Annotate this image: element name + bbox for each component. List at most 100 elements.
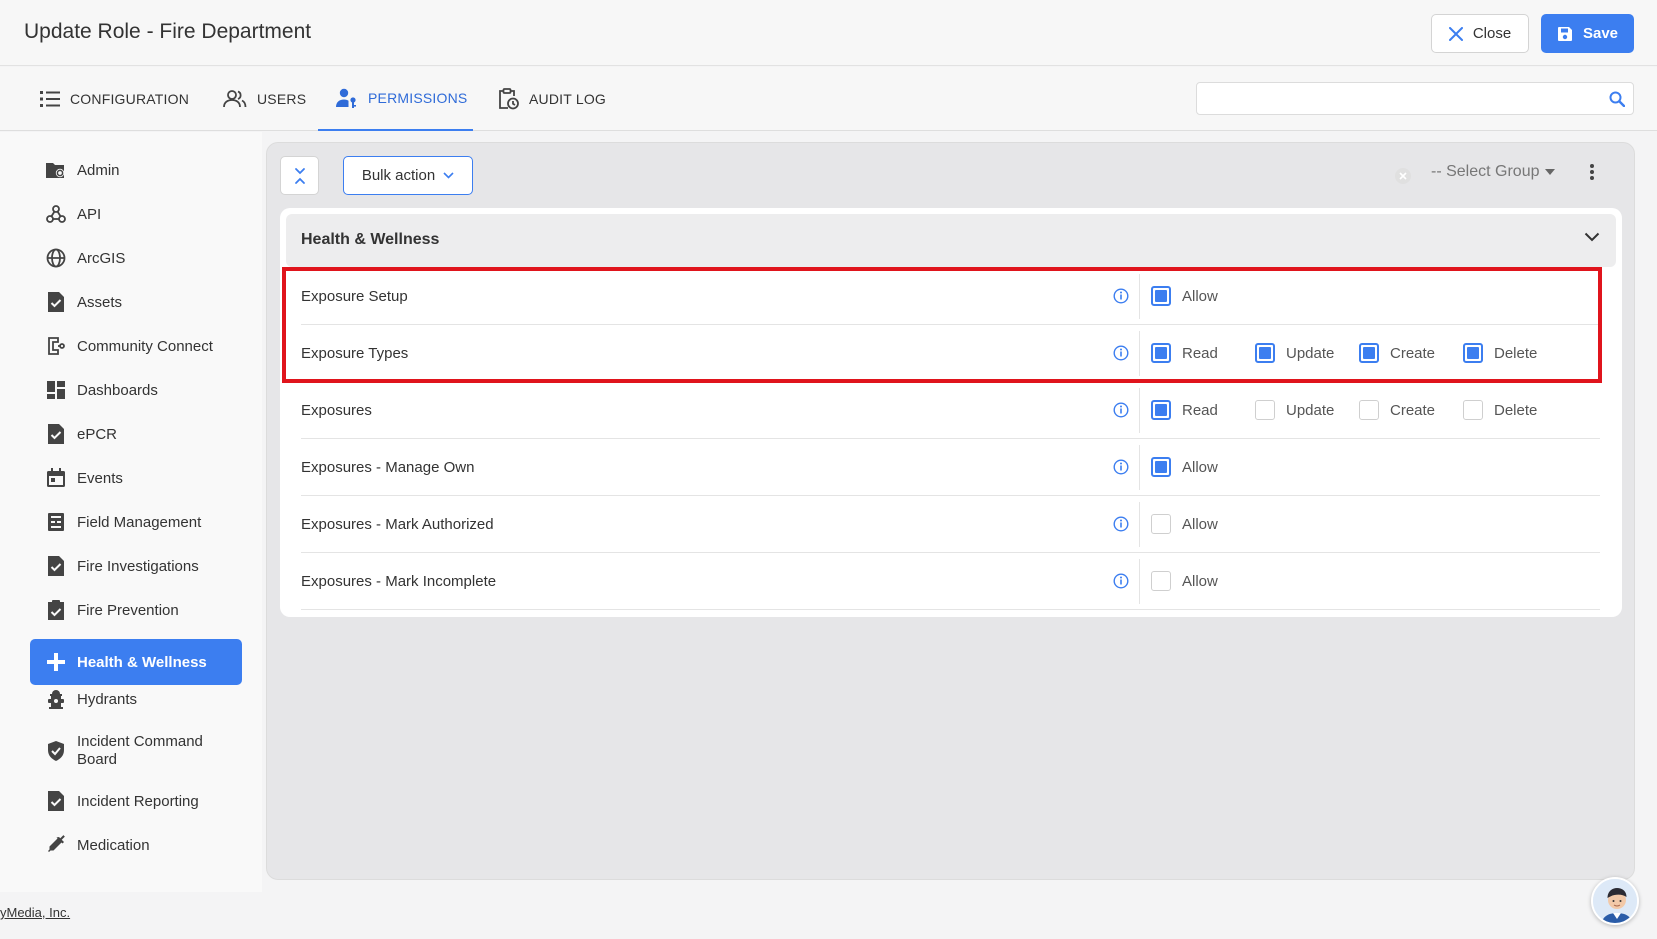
sidebar-item-fire-investigations[interactable]: Fire Investigations [30, 552, 242, 580]
option-allow[interactable]: Allow [1151, 514, 1218, 534]
option-delete[interactable]: Delete [1463, 343, 1537, 363]
option-label: Allow [1182, 458, 1218, 476]
more-vertical-icon[interactable] [1589, 163, 1595, 181]
checkbox[interactable] [1151, 286, 1171, 306]
sidebar-item-label: Assets [77, 293, 123, 311]
sidebar-item-health-wellness[interactable]: Health & Wellness [30, 639, 242, 685]
bulk-action-button[interactable]: Bulk action [343, 156, 473, 195]
info-icon[interactable] [1113, 459, 1129, 475]
checkbox[interactable] [1151, 343, 1171, 363]
tab-label: CONFIGURATION [70, 91, 190, 107]
checkbox[interactable] [1255, 343, 1275, 363]
clipboard-clock-icon [499, 88, 519, 110]
checkbox[interactable] [1151, 400, 1171, 420]
doc-check-icon [46, 292, 66, 312]
chevron-down-icon[interactable] [1584, 232, 1600, 242]
option-allow[interactable]: Allow [1151, 286, 1218, 306]
clipboard-check-icon [46, 600, 66, 620]
info-icon[interactable] [1113, 288, 1129, 304]
option-allow[interactable]: Allow [1151, 457, 1218, 477]
permission-row: Exposures - Mark Incomplete Allow [301, 553, 1600, 610]
option-update[interactable]: Update [1255, 400, 1334, 420]
user-key-icon [336, 88, 356, 108]
option-create[interactable]: Create [1359, 343, 1435, 363]
tab-configuration[interactable]: CONFIGURATION [40, 67, 189, 131]
tab-label: USERS [257, 91, 307, 107]
tab-label: PERMISSIONS [368, 90, 468, 106]
sidebar-item-label: Field Management [77, 513, 202, 531]
avatar[interactable] [1591, 877, 1639, 925]
collapse-icon [294, 167, 305, 184]
tab-permissions[interactable]: PERMISSIONS [318, 67, 473, 131]
search-box [1196, 82, 1634, 115]
option-allow[interactable]: Allow [1151, 571, 1218, 591]
sidebar-item-arcgis[interactable]: ArcGIS [30, 244, 242, 272]
sidebar-item-label: API [77, 205, 102, 223]
sidebar-item-label: Admin [77, 161, 120, 179]
sidebar-item-api[interactable]: API [30, 200, 242, 228]
sidebar-item-assets[interactable]: Assets [30, 288, 242, 316]
sidebar-item-medication[interactable]: Medication [30, 831, 242, 859]
option-label: Allow [1182, 572, 1218, 590]
sidebar-item-dashboards[interactable]: Dashboards [30, 376, 242, 404]
option-label: Read [1182, 344, 1218, 362]
option-delete[interactable]: Delete [1463, 400, 1537, 420]
info-icon[interactable] [1113, 573, 1129, 589]
tab-audit-log[interactable]: AUDIT LOG [497, 67, 606, 131]
checkbox[interactable] [1463, 343, 1483, 363]
sidebar-item-label: Incident Command Board [77, 733, 203, 768]
caret-down-icon [1545, 169, 1556, 175]
sidebar-item-label: Incident Reporting [77, 792, 199, 810]
sidebar-item-events[interactable]: Events [30, 464, 242, 492]
sidebar-item-incident-reporting[interactable]: Incident Reporting [30, 787, 242, 815]
sidebar-item-community-connect[interactable]: Community Connect [30, 332, 242, 360]
sidebar-item-label: ePCR [77, 425, 118, 443]
footer-link[interactable]: yMedia, Inc. [0, 905, 70, 920]
checkbox[interactable] [1151, 514, 1171, 534]
checkbox[interactable] [1151, 457, 1171, 477]
section-header[interactable]: Health & Wellness [286, 214, 1616, 267]
permission-name: Exposures - Mark Authorized [301, 516, 494, 533]
option-create[interactable]: Create [1359, 400, 1435, 420]
checkbox[interactable] [1151, 571, 1171, 591]
doc-check-icon [46, 791, 66, 811]
clear-circle-icon[interactable] [1394, 167, 1412, 185]
checkbox[interactable] [1463, 400, 1483, 420]
select-group-dropdown[interactable]: -- Select Group [1431, 163, 1556, 181]
search-input[interactable] [1197, 83, 1633, 114]
info-icon[interactable] [1113, 345, 1129, 361]
collapse-all-button[interactable] [280, 156, 319, 195]
option-label: Create [1390, 344, 1436, 362]
connect-icon [46, 336, 66, 356]
hydrant-icon [46, 689, 66, 709]
checkbox[interactable] [1359, 343, 1379, 363]
option-read[interactable]: Read [1151, 343, 1218, 363]
tab-users[interactable]: USERS [223, 67, 306, 131]
option-label: Delete [1494, 344, 1538, 362]
sidebar-item-field-management[interactable]: Field Management [30, 508, 242, 536]
sidebar-item-incident-command-board[interactable]: Incident Command Board [30, 731, 242, 771]
search-icon[interactable] [1609, 91, 1625, 107]
save-button[interactable]: Save [1541, 14, 1634, 53]
option-update[interactable]: Update [1255, 343, 1334, 363]
checkbox[interactable] [1359, 400, 1379, 420]
shield-check-icon [46, 741, 66, 761]
plus-icon [46, 652, 66, 672]
page-title: Update Role - Fire Department [24, 20, 312, 43]
sidebar-item-admin[interactable]: Admin [30, 156, 242, 184]
permission-name: Exposures - Mark Incomplete [301, 573, 497, 590]
permission-row: Exposure Setup Allow [301, 268, 1600, 325]
option-read[interactable]: Read [1151, 400, 1218, 420]
info-icon[interactable] [1113, 402, 1129, 418]
close-button[interactable]: Close [1431, 14, 1529, 53]
sidebar-item-epcr[interactable]: ePCR [30, 420, 242, 448]
permission-row: Exposures Read Update Create Delete [301, 382, 1600, 439]
checkbox[interactable] [1255, 400, 1275, 420]
row-divider [1139, 559, 1140, 604]
sidebar-item-hydrants[interactable]: Hydrants [30, 685, 242, 713]
close-button-label: Close [1472, 25, 1512, 42]
select-group-value: -- Select Group [1431, 163, 1540, 180]
assistant-avatar-icon [1593, 879, 1637, 923]
info-icon[interactable] [1113, 516, 1129, 532]
sidebar-item-fire-prevention[interactable]: Fire Prevention [30, 596, 242, 624]
